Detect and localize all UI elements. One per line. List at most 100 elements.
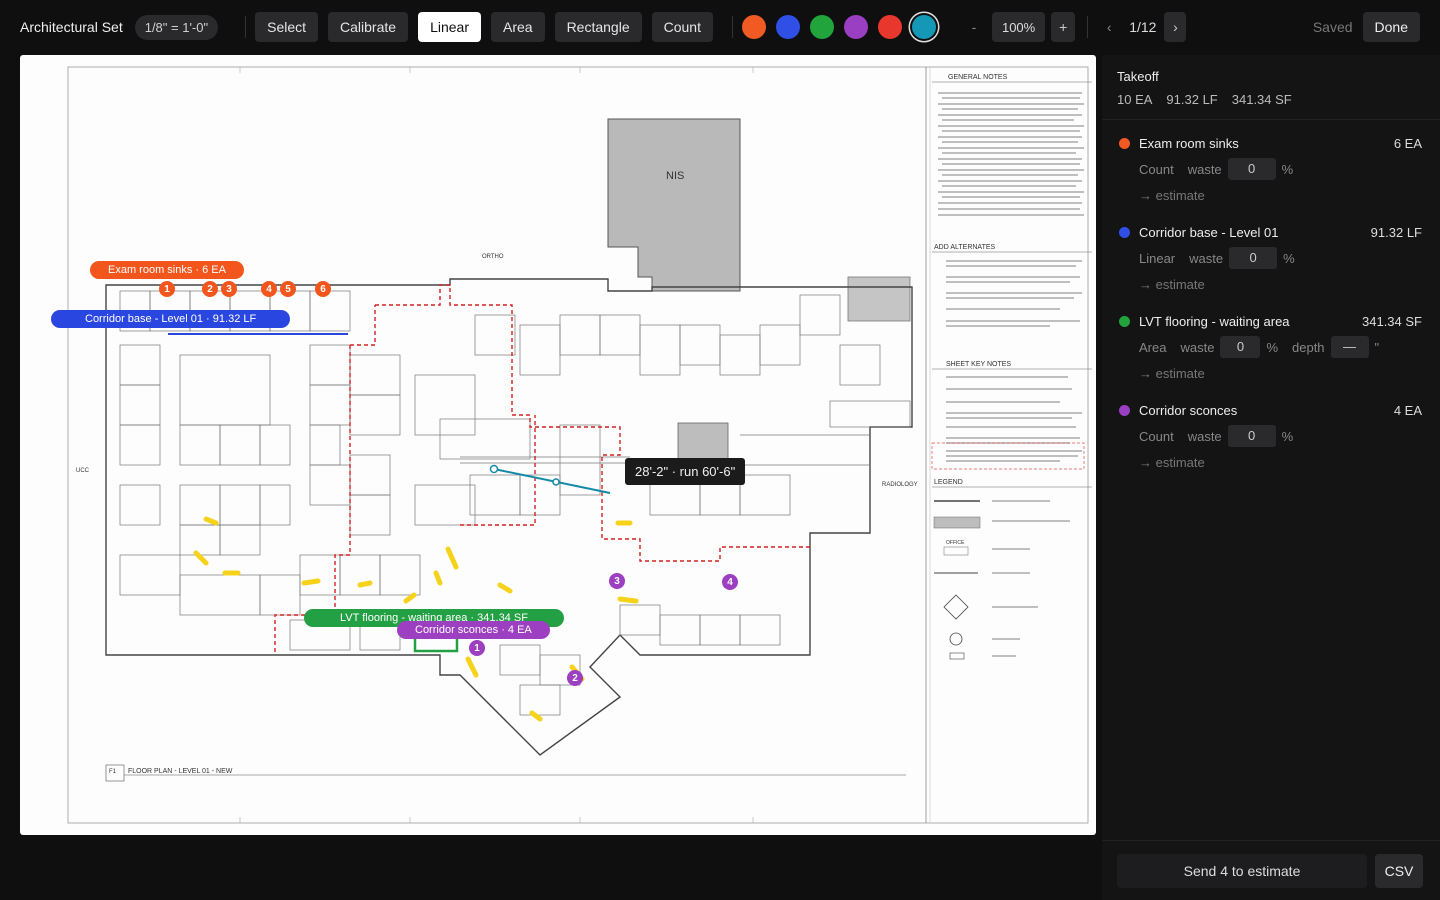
next-page-button[interactable]: ›	[1164, 12, 1187, 42]
item-quantity: 4 EA	[1393, 403, 1422, 418]
waste-input[interactable]: 0	[1229, 247, 1278, 269]
item-quantity: 91.32 LF	[1370, 225, 1422, 240]
total-count: 10 EA	[1117, 92, 1153, 107]
item-measure-type: Count	[1139, 428, 1174, 444]
measurement-tooltip: 28'-2" · run 60'-6"	[625, 458, 746, 485]
tag-corridor-base[interactable]: Corridor base - Level 01 · 91.32 LF	[51, 310, 291, 328]
tag-corridor-sconces[interactable]: Corridor sconces · 4 EA	[397, 621, 550, 639]
waste-input[interactable]: 0	[1220, 336, 1261, 358]
total-linear: 91.32 LF	[1166, 92, 1218, 107]
percent-label: %	[1283, 250, 1295, 266]
tool-linear-button[interactable]: Linear	[418, 12, 481, 42]
color-swatch-purple[interactable]	[843, 15, 868, 39]
sink-marker[interactable]: 3	[221, 281, 237, 297]
sink-marker[interactable]: 6	[315, 281, 331, 297]
send-to-estimate-button[interactable]: Send 4 to estimate	[1117, 853, 1367, 888]
sconce-marker[interactable]: 2	[567, 670, 583, 686]
color-swatch-blue[interactable]	[775, 15, 800, 39]
toolbar-divider	[245, 16, 247, 38]
waste-label: waste	[1180, 339, 1215, 355]
waste-label: waste	[1189, 250, 1224, 266]
toolbar: Architectural Set 1/8" = 1'-0" Select Ca…	[0, 0, 1440, 54]
item-name: Exam room sinks	[1139, 136, 1239, 151]
percent-label: %	[1266, 339, 1278, 355]
csv-export-button[interactable]: CSV	[1375, 853, 1423, 888]
add-alternates-heading: ADD ALTERNATES	[934, 244, 996, 251]
sink-marker[interactable]: 4	[261, 281, 277, 297]
item-color-dot	[1119, 138, 1130, 149]
depth-input[interactable]: —	[1330, 336, 1369, 358]
depth-label: depth	[1292, 339, 1325, 355]
item-quantity: 341.34 SF	[1362, 314, 1422, 329]
item-measure-type: Linear	[1139, 250, 1176, 266]
zoom-in-button[interactable]: +	[1051, 12, 1076, 42]
page-indicator: 1/12	[1129, 19, 1157, 35]
radiology-label: RADIOLOGY	[882, 482, 918, 488]
tool-calibrate-button[interactable]: Calibrate	[328, 12, 409, 42]
item-measure-type: Count	[1139, 161, 1174, 177]
tool-area-button[interactable]: Area	[490, 12, 545, 42]
toolbar-divider	[731, 16, 733, 38]
item-name: LVT flooring - waiting area	[1139, 314, 1290, 329]
depth-unit: "	[1374, 339, 1380, 355]
item-name: Corridor sconces	[1139, 403, 1238, 418]
takeoff-item[interactable]: Exam room sinks 6 EA Count waste 0 % → e…	[1102, 120, 1440, 213]
total-area: 341.34 SF	[1231, 92, 1292, 107]
color-swatch-red[interactable]	[877, 15, 902, 39]
item-color-dot	[1119, 405, 1130, 416]
nis-label: NIS	[666, 170, 684, 182]
estimate-link[interactable]: → estimate	[1139, 455, 1422, 470]
app-title: Architectural Set	[20, 19, 123, 35]
tool-select-button[interactable]: Select	[255, 12, 319, 42]
tool-count-button[interactable]: Count	[651, 12, 713, 42]
drawing-canvas[interactable]: NIS ORTHO UCC RADIOLOGY F1 FLOOR PLAN - …	[20, 55, 1096, 835]
takeoff-item[interactable]: LVT flooring - waiting area 341.34 SF Ar…	[1102, 302, 1440, 391]
tag-exam-room-sinks[interactable]: Exam room sinks · 6 EA	[90, 261, 244, 279]
item-name: Corridor base - Level 01	[1139, 225, 1279, 240]
estimate-link[interactable]: → estimate	[1139, 366, 1422, 381]
scale-selector[interactable]: 1/8" = 1'-0"	[134, 14, 219, 40]
waste-label: waste	[1187, 428, 1222, 444]
waste-input[interactable]: 0	[1227, 425, 1276, 447]
item-color-dot	[1119, 227, 1130, 238]
zoom-level[interactable]: 100%	[991, 12, 1046, 42]
estimate-link[interactable]: → estimate	[1139, 277, 1422, 292]
percent-label: %	[1281, 428, 1294, 444]
waste-input[interactable]: 0	[1227, 158, 1276, 180]
takeoff-panel: Takeoff 10 EA 91.32 LF 341.34 SF Exam ro…	[1102, 55, 1440, 900]
sheet-ref: F1	[109, 769, 117, 775]
general-notes-heading: GENERAL NOTES	[948, 74, 1008, 81]
takeoff-header: Takeoff 10 EA 91.32 LF 341.34 SF	[1102, 55, 1440, 120]
takeoff-item[interactable]: Corridor sconces 4 EA Count waste 0 % → …	[1102, 391, 1440, 480]
percent-label: %	[1281, 161, 1294, 177]
color-swatch-green[interactable]	[809, 15, 834, 39]
sink-marker[interactable]: 1	[159, 281, 175, 297]
sheet-key-notes-heading: SHEET KEY NOTES	[946, 361, 1011, 368]
sconce-marker[interactable]: 3	[609, 573, 625, 589]
sink-marker[interactable]: 2	[202, 281, 218, 297]
prev-page-button[interactable]: ‹	[1097, 12, 1121, 42]
zoom-out-button[interactable]: -	[962, 12, 986, 42]
tool-rectangle-button[interactable]: Rectangle	[554, 12, 642, 42]
item-measure-type: Area	[1139, 339, 1167, 355]
legend-heading: LEGEND	[934, 479, 963, 486]
toolbar-divider	[1087, 16, 1089, 38]
takeoff-item[interactable]: Corridor base - Level 01 91.32 LF Linear…	[1102, 213, 1440, 302]
sheet-title: FLOOR PLAN - LEVEL 01 - NEW	[128, 768, 233, 775]
takeoff-totals: 10 EA 91.32 LF 341.34 SF	[1117, 92, 1425, 107]
zoom-controls: - 100% +	[962, 12, 1076, 42]
sconce-marker[interactable]: 1	[469, 640, 485, 656]
floor-plan-drawing: NIS ORTHO UCC RADIOLOGY F1 FLOOR PLAN - …	[67, 66, 1092, 824]
color-swatch-orange[interactable]	[741, 15, 766, 39]
sconce-marker[interactable]: 4	[722, 574, 738, 590]
takeoff-title: Takeoff	[1117, 69, 1159, 84]
color-swatch-teal[interactable]	[911, 15, 936, 39]
ortho-label: ORTHO	[482, 254, 504, 260]
sink-marker[interactable]: 5	[280, 281, 296, 297]
estimate-link[interactable]: → estimate	[1139, 188, 1422, 203]
saved-status: Saved	[1312, 19, 1353, 35]
item-quantity: 6 EA	[1393, 136, 1422, 151]
done-button[interactable]: Done	[1362, 12, 1420, 42]
takeoff-footer: Send 4 to estimate CSV	[1102, 840, 1440, 900]
legend-office-label: OFFICE	[946, 540, 965, 546]
